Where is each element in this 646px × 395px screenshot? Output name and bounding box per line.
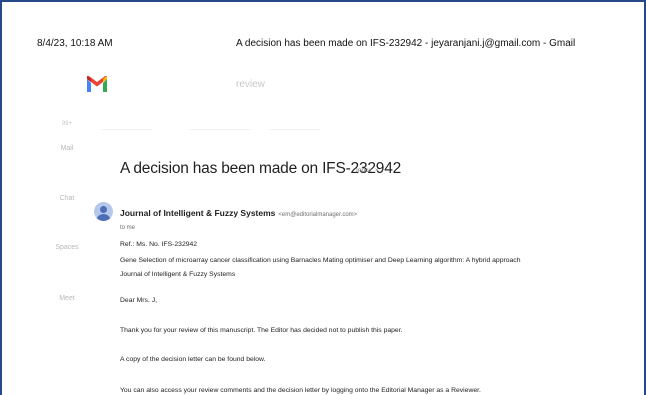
- gmail-logo-icon[interactable]: [87, 76, 107, 92]
- body-copy-note: A copy of the decision letter can be fou…: [120, 356, 266, 363]
- sender-avatar[interactable]: [94, 202, 113, 221]
- page-frame: 8/4/23, 10:18 AM A decision has been mad…: [0, 0, 646, 395]
- sender-name[interactable]: Journal of Intelligent & Fuzzy Systems: [120, 208, 275, 218]
- sidebar-item-mail[interactable]: Mail: [2, 145, 132, 152]
- sidebar-item-meet[interactable]: Meet: [2, 295, 132, 302]
- sidebar-item-chat[interactable]: Chat: [2, 195, 132, 202]
- body-paper-title: Gene Selection of microarray cancer clas…: [120, 257, 521, 264]
- print-datetime: 8/4/23, 10:18 AM: [37, 38, 113, 49]
- remove-label-icon[interactable]: ×: [375, 167, 379, 174]
- divider: [102, 129, 152, 130]
- sidebar-item-spaces[interactable]: Spaces: [2, 244, 132, 251]
- avatar-body-icon: [97, 214, 110, 221]
- body-thanks: Thank you for your review of this manusc…: [120, 327, 403, 334]
- sender-email: <em@editorialmanager.com>: [278, 212, 358, 218]
- body-journal: Journal of Intelligent & Fuzzy Systems: [120, 271, 236, 278]
- sender-line: Journal of Intelligent & Fuzzy Systems <e…: [120, 203, 357, 221]
- search-query-text[interactable]: review: [236, 79, 265, 90]
- body-access-note: You can also access your review comments…: [120, 387, 481, 394]
- inbox-label-chip[interactable]: Inbox ×: [356, 167, 379, 174]
- print-page-title: A decision has been made on IFS-232942 -…: [236, 38, 576, 49]
- inbox-label-text: Inbox: [356, 167, 372, 174]
- divider: [270, 129, 320, 130]
- divider: [190, 129, 250, 130]
- mail-unread-count: 99+: [61, 121, 73, 127]
- body-ref: Ref.: Ms. No. IFS-232942: [120, 241, 198, 248]
- avatar-head-icon: [100, 206, 107, 213]
- body-greeting: Dear Mrs. J,: [120, 297, 158, 304]
- recipient-details[interactable]: to me: [120, 225, 135, 231]
